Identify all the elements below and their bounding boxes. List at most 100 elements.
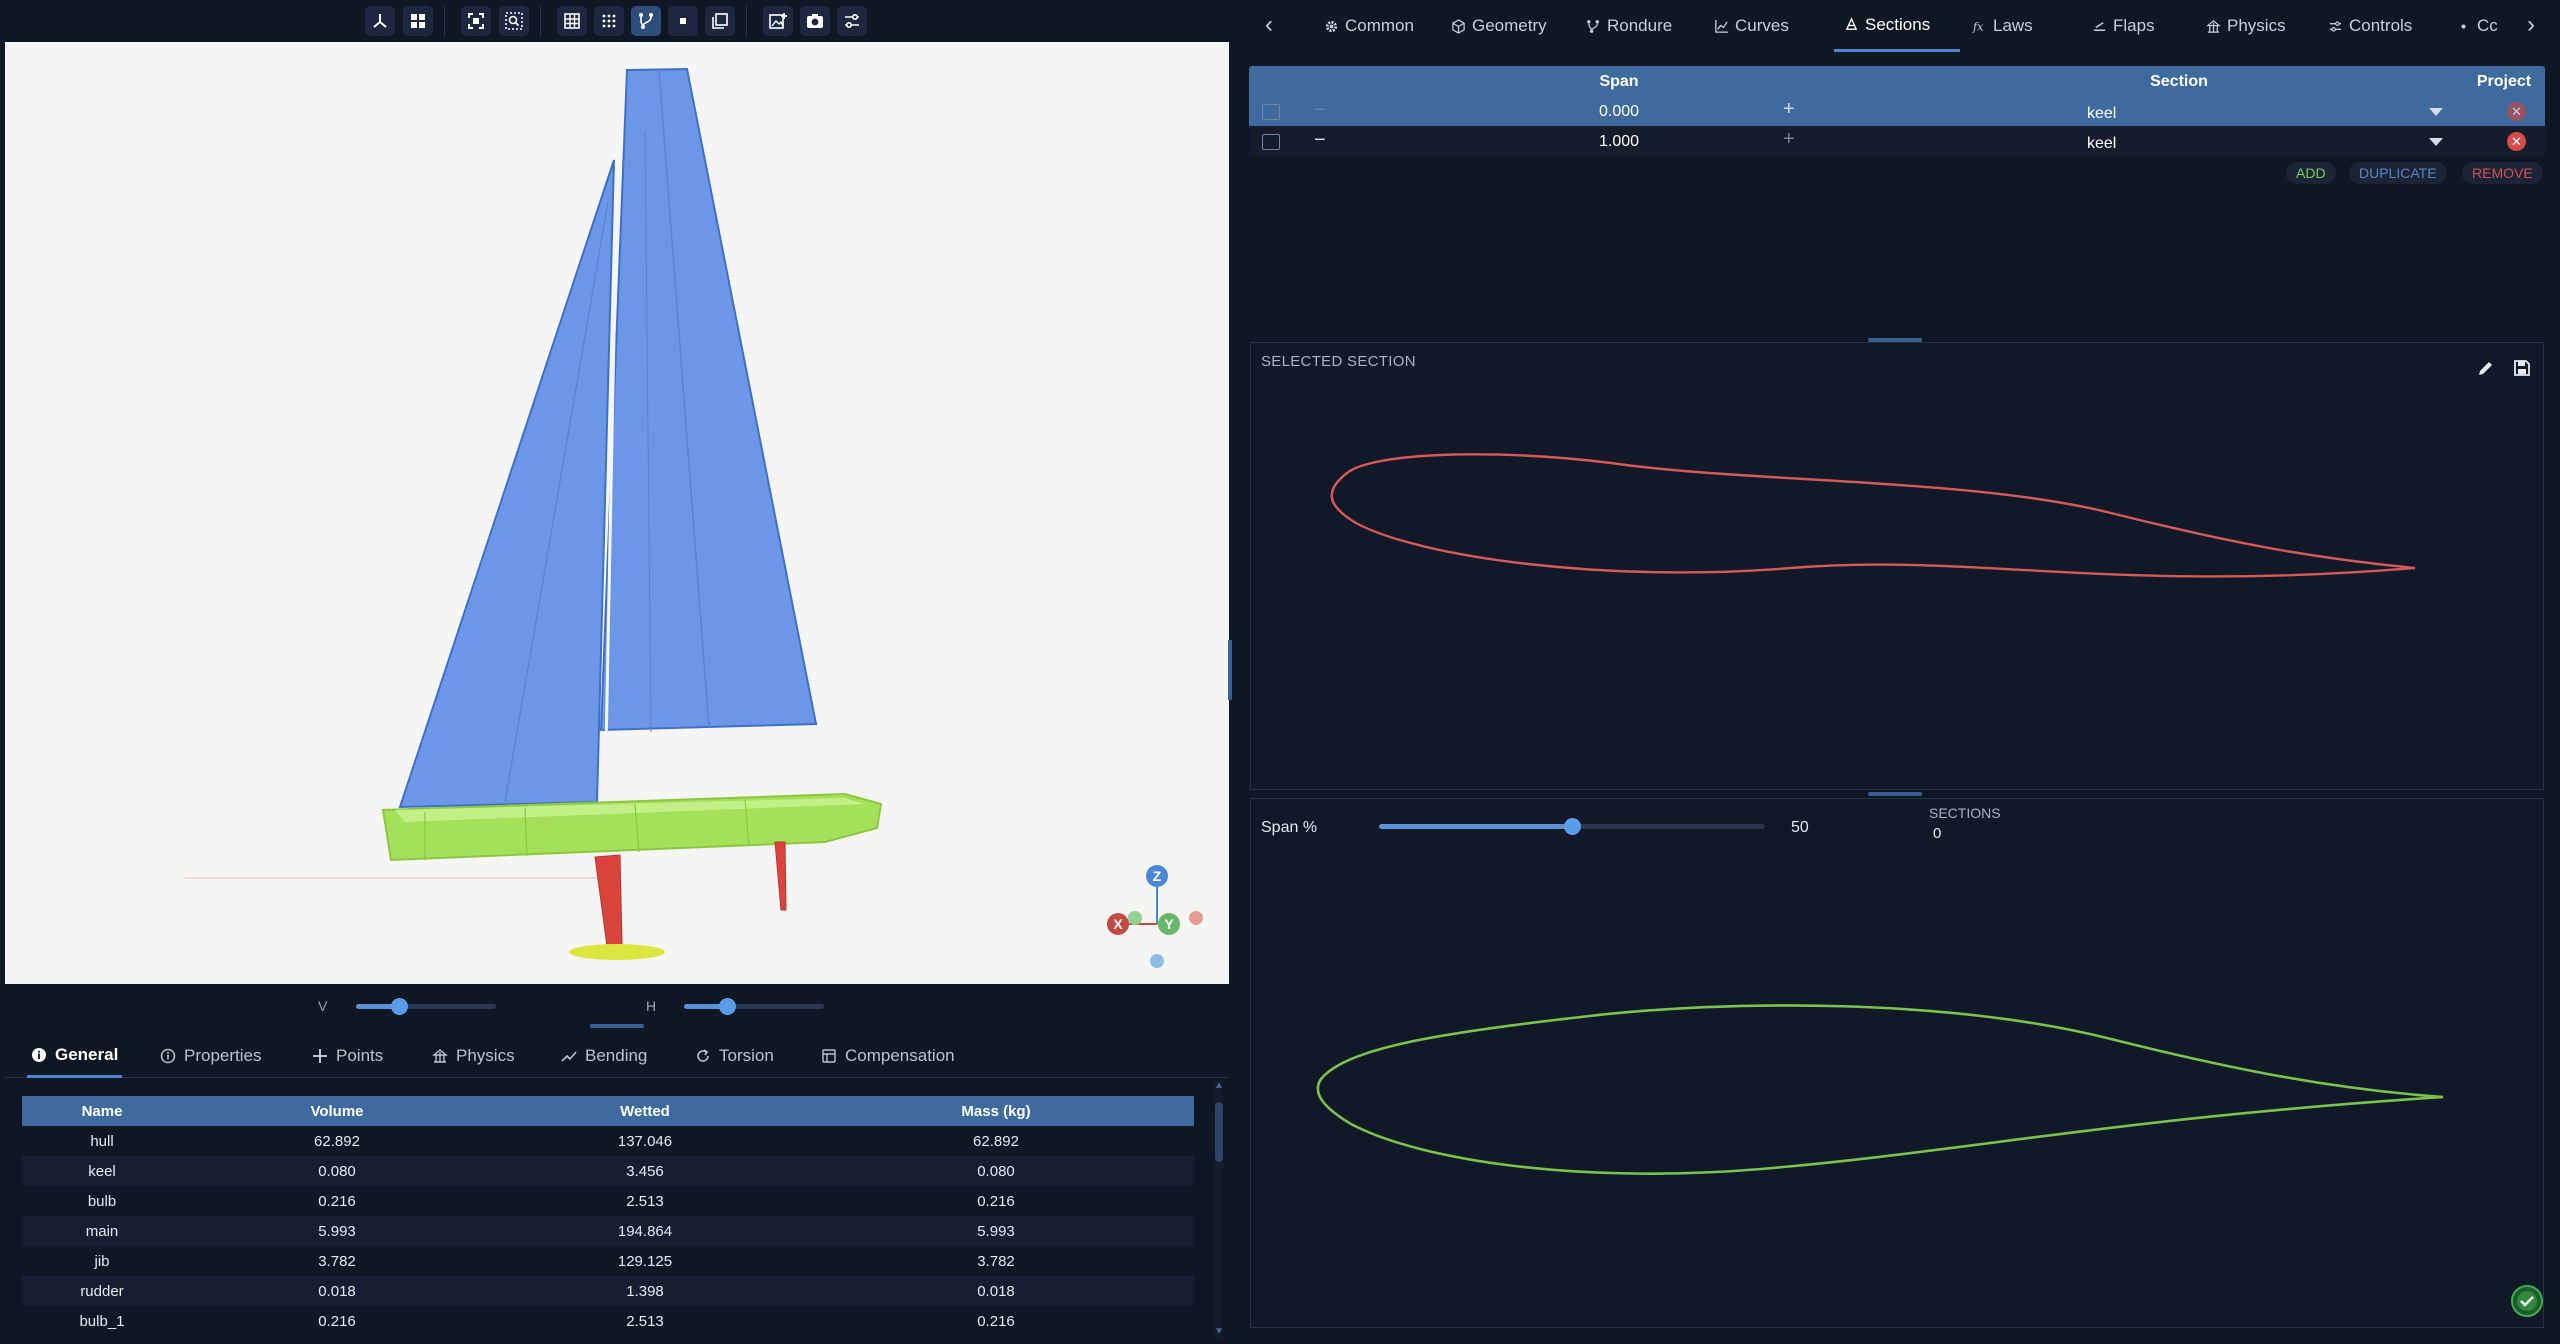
cell-volume: 0.018 xyxy=(182,1276,492,1306)
selected-section-panel: SELECTED SECTION xyxy=(1250,342,2544,790)
scroll-down-icon[interactable]: ▼ xyxy=(1213,1326,1225,1338)
cell-name: bulb_1 xyxy=(22,1306,182,1336)
boat-model xyxy=(185,67,883,960)
row-checkbox[interactable] xyxy=(1262,104,1280,120)
increment-span-icon[interactable]: + xyxy=(1783,98,1795,121)
increment-span-icon[interactable]: + xyxy=(1783,128,1795,151)
3d-viewport[interactable]: Z X Y xyxy=(5,42,1229,984)
table-scrollbar[interactable]: ▲ ▼ xyxy=(1212,1080,1226,1340)
snapshot-button[interactable] xyxy=(800,6,830,36)
tab-general[interactable]: General xyxy=(27,1034,123,1078)
column-header-wetted[interactable]: Wetted xyxy=(492,1096,798,1126)
column-header-volume[interactable]: Volume xyxy=(182,1096,492,1126)
table-row[interactable]: keel 0.080 3.456 0.080 xyxy=(22,1156,1194,1186)
decrement-span-icon[interactable]: − xyxy=(1314,99,1326,122)
rondure-icon xyxy=(1587,19,1599,33)
v-slider-thumb[interactable] xyxy=(391,998,408,1015)
cell-volume: 62.892 xyxy=(182,1126,492,1156)
cell-mass: 0.216 xyxy=(798,1186,1194,1216)
section-row[interactable]: − 1.000 + keel ✕ xyxy=(1249,126,2545,156)
tab-flaps[interactable]: Flaps xyxy=(2092,0,2155,52)
y-axis-label: Y xyxy=(1164,916,1174,932)
tabs-scroll-right-icon[interactable]: › xyxy=(2518,12,2544,38)
column-header-name[interactable]: Name xyxy=(22,1096,182,1126)
curves-toggle-button[interactable] xyxy=(631,6,661,36)
cube-icon xyxy=(1452,18,1465,34)
table-row[interactable]: rudder 0.018 1.398 0.018 xyxy=(22,1276,1194,1306)
orientation-gizmo[interactable]: Z X Y xyxy=(1095,850,1225,970)
toolbar-divider xyxy=(444,6,445,36)
tab-physics[interactable]: Physics xyxy=(432,1034,515,1078)
points-icon xyxy=(313,1049,327,1063)
tab-bending-label: Bending xyxy=(585,1046,648,1065)
fit-view-button[interactable] xyxy=(461,6,491,36)
duplicate-section-button[interactable]: DUPLICATE xyxy=(2349,162,2447,184)
cell-wetted: 194.864 xyxy=(492,1216,798,1246)
tab-properties[interactable]: Properties xyxy=(160,1034,261,1078)
table-row[interactable]: bulb 0.216 2.513 0.216 xyxy=(22,1186,1194,1216)
section-row[interactable]: − 0.000 + keel ✕ xyxy=(1249,96,2545,126)
rudder xyxy=(774,841,787,911)
axes-view-button[interactable] xyxy=(365,6,395,36)
section-dropdown-icon[interactable] xyxy=(2429,138,2443,146)
tab-geometry[interactable]: Geometry xyxy=(1451,0,1547,52)
row-checkbox[interactable] xyxy=(1262,134,1280,150)
tab-sections[interactable]: Sections xyxy=(1834,0,1960,52)
scrollbar-thumb[interactable] xyxy=(1215,1102,1223,1162)
neg-z-axis-handle[interactable] xyxy=(1150,954,1164,968)
tab-physics-top[interactable]: Physics xyxy=(2206,0,2286,52)
copy-view-button[interactable] xyxy=(705,6,735,36)
tab-truncated[interactable]: Cc xyxy=(2456,0,2520,52)
tab-curves-label: Curves xyxy=(1735,16,1789,35)
tab-rondure[interactable]: Rondure xyxy=(1586,0,1672,52)
check-circle-icon[interactable] xyxy=(2509,1283,2545,1319)
table-row[interactable]: hull 62.892 137.046 62.892 xyxy=(22,1126,1194,1156)
wireframe-grid-button[interactable] xyxy=(557,6,587,36)
tab-curves[interactable]: Curves xyxy=(1714,0,1789,52)
table-grid-icon xyxy=(564,13,580,29)
remove-section-button[interactable]: REMOVE xyxy=(2462,162,2543,184)
panel-resize-handle[interactable] xyxy=(590,1024,644,1028)
trend-icon xyxy=(561,1051,577,1062)
sliders-icon xyxy=(2329,20,2342,32)
camera-icon xyxy=(807,14,823,28)
tab-controls[interactable]: Controls xyxy=(2328,0,2412,52)
table-row[interactable]: jib 3.782 129.125 3.782 xyxy=(22,1246,1194,1276)
add-section-button[interactable]: ADD xyxy=(2286,162,2336,184)
tab-common[interactable]: Common xyxy=(1324,0,1414,52)
add-screenshot-button[interactable] xyxy=(763,6,793,36)
copy-icon xyxy=(712,13,728,29)
table-row[interactable]: main 5.993 194.864 5.993 xyxy=(22,1216,1194,1246)
section-dropdown-icon[interactable] xyxy=(2429,108,2443,116)
compensation-icon xyxy=(822,1049,836,1063)
sections-pane: ‹ Common Geometry Rondure Curves Section… xyxy=(1232,0,2560,1344)
neg-x-axis-handle[interactable] xyxy=(1189,911,1203,925)
tab-torsion[interactable]: Torsion xyxy=(695,1034,774,1078)
cell-name: main xyxy=(22,1216,182,1246)
axes-icon xyxy=(373,14,387,28)
view-settings-button[interactable] xyxy=(837,6,867,36)
tabs-scroll-left-icon[interactable]: ‹ xyxy=(1256,12,1282,38)
cell-name: hull xyxy=(22,1126,182,1156)
layout-grid-button[interactable] xyxy=(403,6,433,36)
points-toggle-button[interactable] xyxy=(594,6,624,36)
h-slider-thumb[interactable] xyxy=(719,998,736,1015)
decrement-span-icon[interactable]: − xyxy=(1314,129,1326,152)
tab-compensation[interactable]: Compensation xyxy=(821,1034,955,1078)
cell-wetted: 2.513 xyxy=(492,1186,798,1216)
tab-points[interactable]: Points xyxy=(312,1034,383,1078)
tab-bending[interactable]: Bending xyxy=(561,1034,647,1078)
column-header-mass[interactable]: Mass (kg) xyxy=(798,1096,1194,1126)
neg-y-axis-handle[interactable] xyxy=(1128,911,1142,925)
zoom-region-button[interactable] xyxy=(499,6,529,36)
table-row[interactable]: bulb_1 0.216 2.513 0.216 xyxy=(22,1306,1194,1336)
project-remove-icon[interactable]: ✕ xyxy=(2507,132,2526,151)
solid-toggle-button[interactable] xyxy=(668,6,698,36)
project-remove-icon[interactable]: ✕ xyxy=(2507,102,2526,121)
bulb xyxy=(569,944,665,960)
tab-laws[interactable]: fx Laws xyxy=(1972,0,2033,52)
cell-mass: 0.080 xyxy=(798,1156,1194,1186)
scroll-up-icon[interactable]: ▲ xyxy=(1213,1080,1225,1092)
panel-resize-handle[interactable] xyxy=(1868,792,1922,796)
interpolated-section-profile xyxy=(1316,1004,2444,1175)
